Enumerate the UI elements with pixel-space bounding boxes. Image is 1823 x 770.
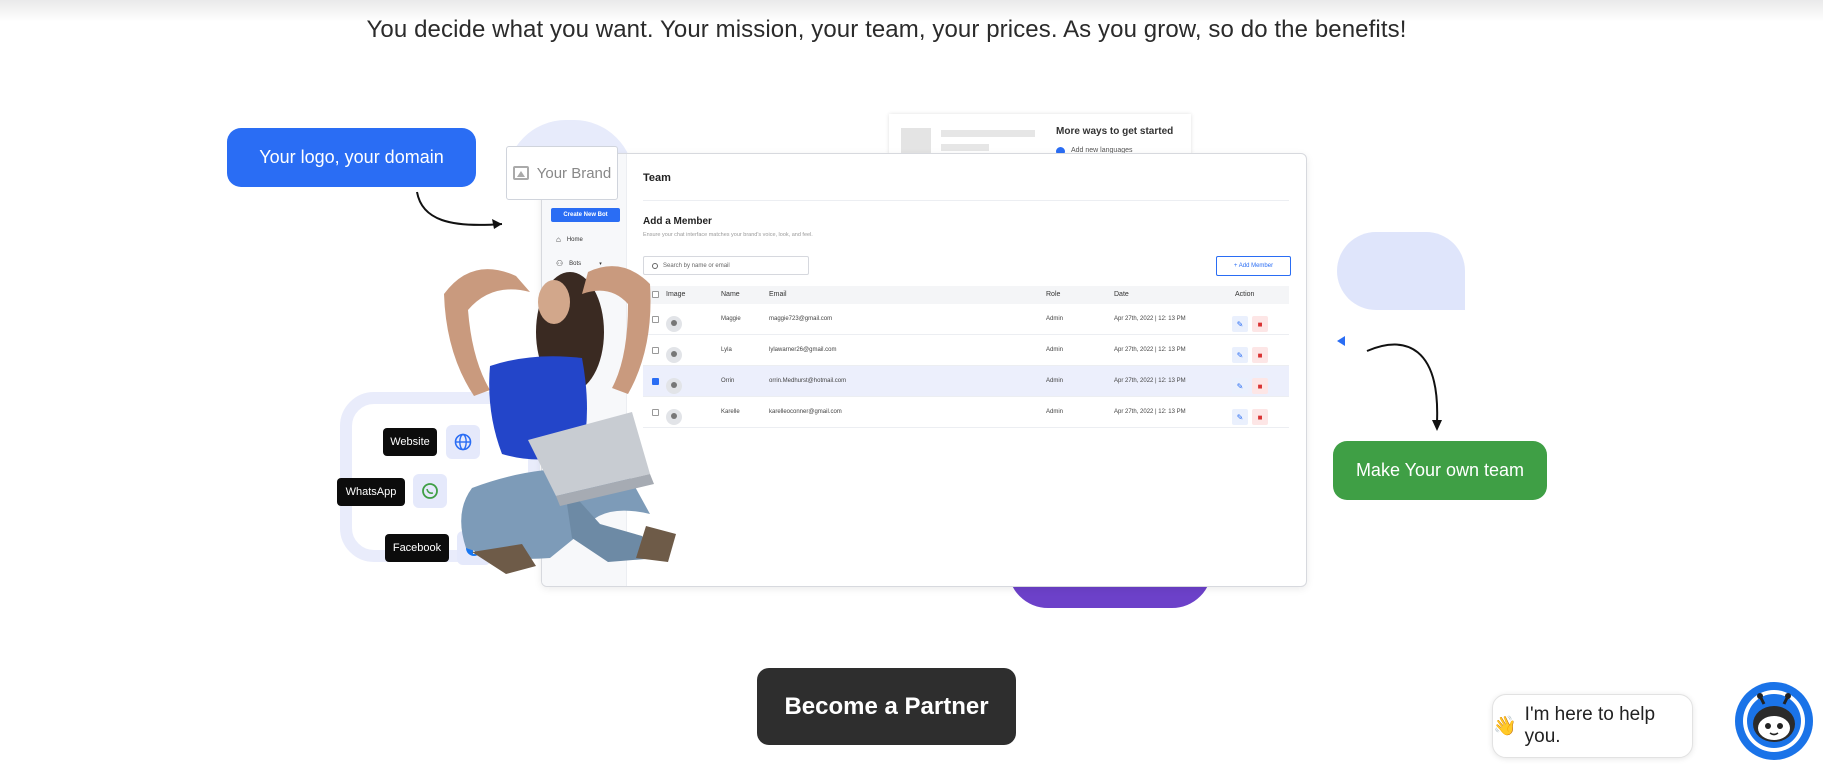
image-icon <box>512 166 529 180</box>
background-card: More ways to get started Add new languag… <box>889 114 1191 158</box>
member-date: Apr 27th, 2022 | 12: 13 PM <box>1114 347 1186 353</box>
member-date: Apr 27th, 2022 | 12: 13 PM <box>1114 316 1186 322</box>
add-member-title: Add a Member <box>643 216 712 227</box>
become-partner-button[interactable]: Become a Partner <box>757 668 1016 745</box>
callout-logo-domain: Your logo, your domain <box>227 128 476 187</box>
section-tagline: You decide what you want. Your mission, … <box>366 16 1407 43</box>
brand-placeholder-text: Your Brand <box>536 164 612 182</box>
table-row[interactable]: Maggie maggie723@gmail.com Admin Apr 27t… <box>643 304 1289 335</box>
add-member-button[interactable]: + Add Member <box>1216 256 1291 276</box>
member-email: maggie723@gmail.com <box>769 316 833 322</box>
col-role: Role <box>1046 291 1061 298</box>
col-email: Email <box>769 291 787 298</box>
edit-icon[interactable]: ✎ <box>1232 378 1248 394</box>
delete-icon[interactable]: ■ <box>1252 409 1268 425</box>
channel-label-whatsapp: WhatsApp <box>337 478 405 506</box>
table-header: Image Name Email Role Date Action <box>643 286 1289 304</box>
member-role: Admin <box>1046 409 1064 415</box>
sidebar-item-home[interactable]: ⌂ Home <box>556 235 583 244</box>
col-date: Date <box>1114 291 1129 298</box>
help-text: I'm here to help you. <box>1524 704 1656 747</box>
member-email: lylawarner26@gmail.com <box>769 347 837 353</box>
member-date: Apr 27th, 2022 | 12: 13 PM <box>1114 378 1186 384</box>
divider <box>643 200 1289 201</box>
delete-icon[interactable]: ■ <box>1252 347 1268 363</box>
wave-icon: 👋 <box>1493 716 1517 737</box>
curved-arrow-left <box>416 191 503 229</box>
table-row[interactable]: Karelle karelleoconner@gmail.com Admin A… <box>643 397 1289 428</box>
decor-blob-right <box>1337 232 1465 310</box>
sidebar-item-label: Home <box>566 236 583 243</box>
home-icon: ⌂ <box>556 235 561 244</box>
robot-icon <box>1743 690 1805 752</box>
curved-arrow-right <box>1337 336 1442 431</box>
page-title: Team <box>643 172 671 184</box>
create-new-bot-button[interactable]: Create New Bot <box>551 208 620 222</box>
delete-icon[interactable]: ■ <box>1252 378 1268 394</box>
bg-card-title: More ways to get started <box>1056 126 1174 137</box>
member-email: karelleoconner@gmail.com <box>769 409 842 415</box>
woman-with-laptop-illustration <box>444 266 676 574</box>
add-member-subtitle: Ensure your chat interface matches your … <box>643 232 813 238</box>
edit-icon[interactable]: ✎ <box>1232 347 1248 363</box>
edit-icon[interactable]: ✎ <box>1232 316 1248 332</box>
brand-placeholder: Your Brand <box>506 146 618 200</box>
member-role: Admin <box>1046 316 1064 322</box>
member-role: Admin <box>1046 378 1064 384</box>
member-date: Apr 27th, 2022 | 12: 13 PM <box>1114 409 1186 415</box>
member-email: orrin.Medhurst@hotmail.com <box>769 378 847 384</box>
table-row[interactable]: Orrin orrin.Medhurst@hotmail.com Admin A… <box>643 366 1289 397</box>
callout-own-team: Make Your own team <box>1333 441 1547 500</box>
member-role: Admin <box>1046 347 1064 353</box>
channel-label-website: Website <box>383 428 437 456</box>
edit-icon[interactable]: ✎ <box>1232 409 1248 425</box>
col-action: Action <box>1235 291 1255 298</box>
delete-icon[interactable]: ■ <box>1252 316 1268 332</box>
table-row[interactable]: Lyla lylawarner26@gmail.com Admin Apr 27… <box>643 335 1289 366</box>
chatbot-launcher[interactable] <box>1735 682 1813 760</box>
help-bubble[interactable]: 👋 I'm here to help you. <box>1492 694 1693 758</box>
